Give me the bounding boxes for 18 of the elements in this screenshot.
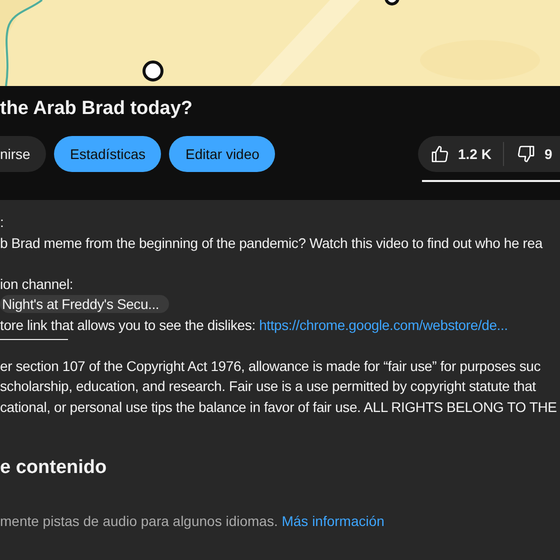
section-heading: e contenido: [0, 457, 108, 480]
dislike-button[interactable]: 9: [504, 136, 560, 172]
action-button[interactable]: nirse: [0, 136, 46, 172]
channel-chip[interactable]: Night's at Freddy's Secu...: [0, 295, 170, 313]
description-text: :: [0, 213, 5, 232]
like-button[interactable]: 1.2 K: [418, 136, 504, 172]
description-text: b Brad meme from the beginning of the pandemic? Watch this video to find out who he rea: [0, 234, 544, 253]
store-link[interactable]: https://chrome.google.com/webstore/de...: [259, 316, 508, 332]
description-text: er section 107 of the Copyright Act 1976, allowance is made for “fair use” for purposes suc: [0, 356, 542, 376]
description-text: ion channel:: [0, 274, 74, 294]
description-text: cational, or personal use tips the balance in favor of fair use. ALL RIGHTS BELONG TO THE: [0, 398, 558, 417]
description-text: scholarship, education, and research. Fair use is a use permitted by copyright statute that: [0, 377, 537, 396]
action-button[interactable]: Editar video: [169, 136, 276, 172]
more-info-link[interactable]: Más información: [282, 513, 384, 529]
action-button[interactable]: Estadísticas: [54, 136, 162, 172]
audio-note: mente pistas de audio para algunos idiomas.: [0, 513, 279, 529]
description-text: tore link that allows you to see the dislikes:: [0, 316, 256, 332]
video-title: the Arab Brad today?: [0, 98, 194, 121]
